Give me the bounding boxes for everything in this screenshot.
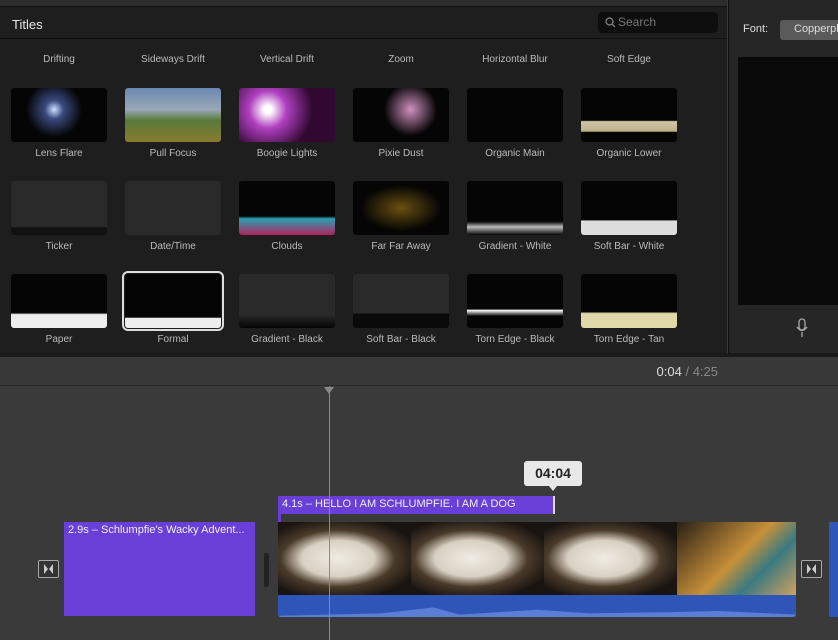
- microphone-icon[interactable]: [796, 318, 808, 338]
- title-style-label[interactable]: Zoom: [344, 54, 458, 65]
- title-style-label: Far Far Away: [371, 241, 431, 252]
- current-time: 0:04: [656, 364, 682, 379]
- title-style-label: Organic Main: [485, 148, 545, 159]
- title-style-label[interactable]: Sideways Drift: [116, 54, 230, 65]
- search-icon: [605, 17, 616, 28]
- search-placeholder: Search: [618, 15, 657, 29]
- video-frame: [544, 522, 677, 595]
- title-style-label[interactable]: Vertical Drift: [230, 54, 344, 65]
- clip-trim-handle[interactable]: [264, 553, 269, 587]
- title-style-gradient-black[interactable]: Gradient - Black: [239, 274, 335, 345]
- thumbnail[interactable]: [239, 88, 335, 142]
- title-style-label: Ticker: [45, 241, 73, 252]
- title-style-far-far-away[interactable]: Far Far Away: [353, 181, 449, 252]
- thumbnail[interactable]: [11, 181, 107, 235]
- thumbnail[interactable]: [353, 274, 449, 328]
- timecode: 0:04 / 4:25: [657, 364, 719, 379]
- audio-waveform: [278, 595, 796, 617]
- thumbnail[interactable]: [125, 181, 221, 235]
- thumbnail[interactable]: [467, 88, 563, 142]
- title-style-lens-flare[interactable]: Lens Flare: [11, 88, 107, 159]
- titles-browser: Titles Search Drifting Sideways Drift Vert…: [0, 0, 727, 353]
- title-style-ticker[interactable]: Ticker: [11, 181, 107, 252]
- title-style-gradient-white[interactable]: Gradient - White: [467, 181, 563, 252]
- title-style-date-time[interactable]: Date/Time: [125, 181, 221, 252]
- video-frame: [411, 522, 544, 595]
- title-style-label: Soft Bar - Black: [366, 334, 436, 345]
- thumbnail[interactable]: [581, 274, 677, 328]
- title-clip-2[interactable]: 4.1s – HELLO I AM SCHLUMPFIE. I AM A DOG: [278, 496, 555, 514]
- title-style-soft-bar-black[interactable]: Soft Bar - Black: [353, 274, 449, 345]
- thumbnail[interactable]: [11, 274, 107, 328]
- title-style-label: Boogie Lights: [256, 148, 318, 159]
- transition-icon[interactable]: [801, 560, 822, 578]
- title-style-label[interactable]: Horizontal Blur: [458, 54, 572, 65]
- title-style-label: Paper: [45, 334, 73, 345]
- title-style-label: Date/Time: [150, 241, 196, 252]
- preview-viewer: [738, 57, 838, 305]
- thumbnail[interactable]: [11, 88, 107, 142]
- title-style-clouds[interactable]: Clouds: [239, 181, 335, 252]
- thumbnail[interactable]: [125, 88, 221, 142]
- title-style-label: Gradient - Black: [251, 334, 323, 345]
- title-style-label[interactable]: Drifting: [2, 54, 116, 65]
- thumbnail[interactable]: [581, 88, 677, 142]
- title-style-label: Lens Flare: [35, 148, 83, 159]
- title-style-label: Torn Edge - Black: [475, 334, 555, 345]
- video-frame: [278, 522, 411, 595]
- title-style-label: Soft Bar - White: [593, 241, 665, 252]
- thumbnail[interactable]: [467, 274, 563, 328]
- thumbnail[interactable]: [353, 181, 449, 235]
- title-style-label: Organic Lower: [596, 148, 662, 159]
- font-label: Font:: [743, 23, 769, 35]
- title-style-label: Pull Focus: [149, 148, 197, 159]
- title-style-torn-edge-black[interactable]: Torn Edge - Black: [467, 274, 563, 345]
- thumbnail[interactable]: [122, 271, 224, 331]
- timeline-header: 0:04 / 4:25: [0, 357, 838, 386]
- title-clip-1[interactable]: 2.9s – Schlumpfie's Wacky Advent...: [64, 522, 255, 616]
- title-style-soft-bar-white[interactable]: Soft Bar - White: [581, 181, 677, 252]
- thumbnail[interactable]: [239, 181, 335, 235]
- title-style-label: Formal: [157, 334, 189, 345]
- title-style-label: Torn Edge - Tan: [593, 334, 665, 345]
- thumbnail[interactable]: [239, 274, 335, 328]
- title-style-label: Clouds: [271, 241, 303, 252]
- title-style-organic-lower[interactable]: Organic Lower: [581, 88, 677, 159]
- thumbnail[interactable]: [467, 181, 563, 235]
- font-dropdown[interactable]: Copperplate: [780, 20, 838, 40]
- playhead[interactable]: [329, 386, 330, 640]
- total-time: 4:25: [692, 364, 718, 379]
- next-clip[interactable]: [829, 522, 838, 617]
- title-style-paper[interactable]: Paper: [11, 274, 107, 345]
- search-input[interactable]: Search: [598, 12, 718, 33]
- title-style-pull-focus[interactable]: Pull Focus: [125, 88, 221, 159]
- video-clip[interactable]: [278, 522, 796, 617]
- title-style-organic-main[interactable]: Organic Main: [467, 88, 563, 159]
- thumbnail[interactable]: [581, 181, 677, 235]
- title-style-formal[interactable]: Formal: [122, 271, 224, 345]
- browser-title: Titles: [12, 17, 43, 32]
- title-style-torn-edge-tan[interactable]: Torn Edge - Tan: [581, 274, 677, 345]
- title-style-label: Pixie Dust: [378, 148, 424, 159]
- time-tooltip: 04:04: [524, 461, 582, 491]
- inspector-panel: Font: Copperplate: [728, 0, 838, 353]
- video-frame: [677, 522, 796, 595]
- thumbnail[interactable]: [353, 88, 449, 142]
- playhead-marker[interactable]: [324, 387, 334, 394]
- title-style-boogie-lights[interactable]: Boogie Lights: [239, 88, 335, 159]
- transition-icon[interactable]: [38, 560, 59, 578]
- title-style-label: Gradient - White: [478, 241, 552, 252]
- time-separator: /: [685, 364, 690, 379]
- title-style-label[interactable]: Soft Edge: [572, 54, 686, 65]
- title-style-pixie-dust[interactable]: Pixie Dust: [353, 88, 449, 159]
